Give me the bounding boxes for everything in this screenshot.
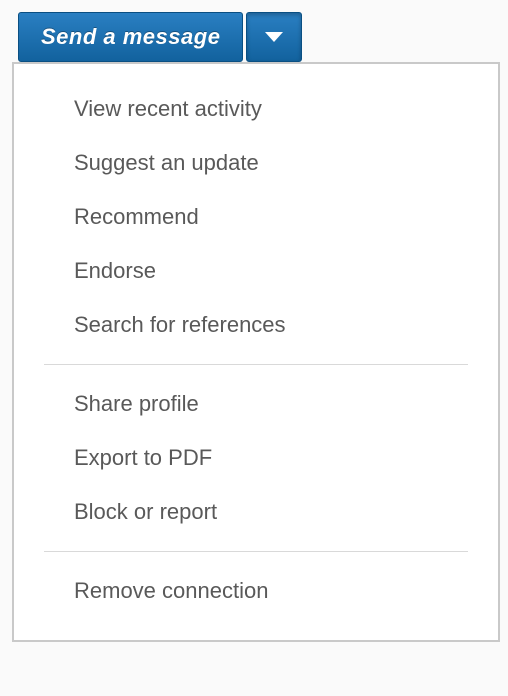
menu-divider bbox=[44, 364, 468, 365]
menu-item-recommend[interactable]: Recommend bbox=[14, 190, 498, 244]
dropdown-toggle-button[interactable] bbox=[246, 12, 302, 62]
chevron-down-icon bbox=[265, 32, 283, 42]
menu-divider bbox=[44, 551, 468, 552]
dropdown-menu: View recent activity Suggest an update R… bbox=[12, 62, 500, 642]
menu-item-remove-connection[interactable]: Remove connection bbox=[14, 564, 498, 618]
menu-item-share-profile[interactable]: Share profile bbox=[14, 377, 498, 431]
menu-item-view-recent-activity[interactable]: View recent activity bbox=[14, 82, 498, 136]
menu-item-export-pdf[interactable]: Export to PDF bbox=[14, 431, 498, 485]
menu-item-endorse[interactable]: Endorse bbox=[14, 244, 498, 298]
menu-item-suggest-update[interactable]: Suggest an update bbox=[14, 136, 498, 190]
send-message-button[interactable]: Send a message bbox=[18, 12, 243, 62]
menu-item-search-references[interactable]: Search for references bbox=[14, 298, 498, 352]
menu-item-block-report[interactable]: Block or report bbox=[14, 485, 498, 539]
